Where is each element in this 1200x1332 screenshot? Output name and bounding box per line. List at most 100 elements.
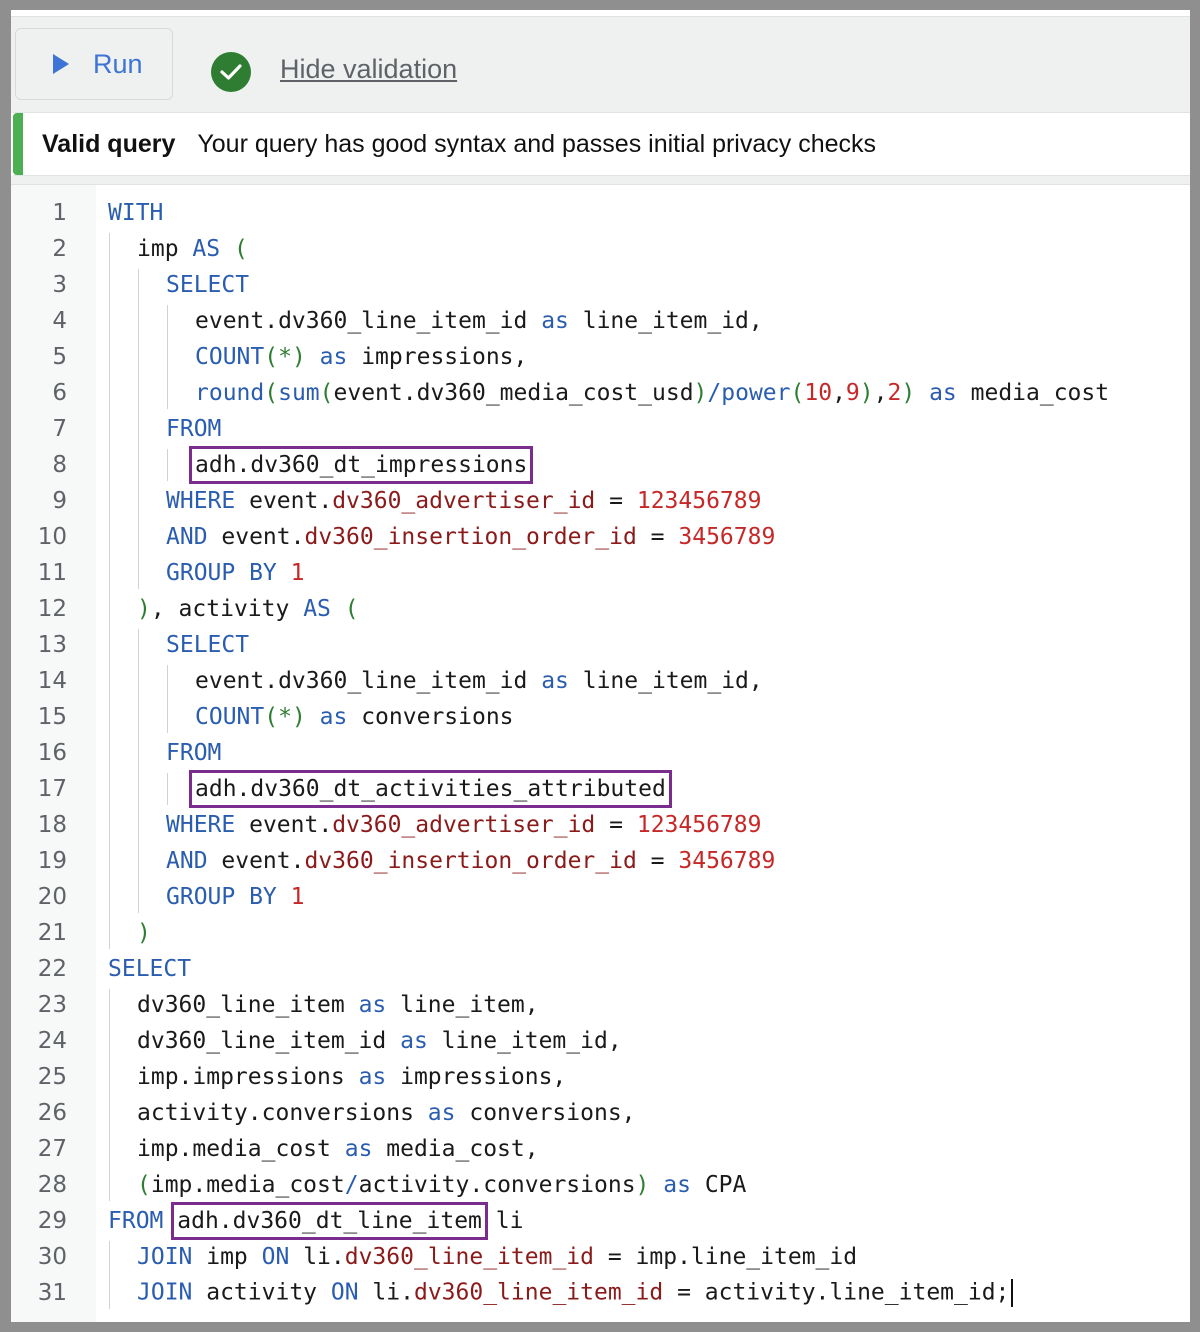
run-button[interactable]: Run [15,28,173,100]
code-token: conversions [347,704,514,730]
sql-keyword: JOIN [137,1279,193,1306]
check-circle-icon [211,52,251,92]
code-line[interactable]: 25 imp.impressions as impressions, [11,1059,1190,1095]
code-line[interactable]: 29 FROM adh.dv360_dt_line_item li [11,1202,1190,1240]
number-literal: 3456789 [678,524,776,550]
code-line[interactable]: 4 event.dv360_line_item_id as line_item_i… [11,303,1190,339]
code-line[interactable]: 2 imp AS ( [11,231,1190,267]
code-text: SELECT [166,272,249,298]
code-line[interactable]: 15 COUNT(*) as conversions [11,699,1190,735]
sql-keyword: SELECT [166,632,250,658]
line-number: 21 [37,920,67,946]
indent-guide [167,773,168,805]
code-line[interactable]: 14 event.dv360_line_item_id as line_item_… [11,663,1190,699]
code-line[interactable]: 9 WHERE event.dv360_advertiser_id = 12345… [11,483,1190,519]
code-line[interactable]: 23 dv360_line_item as line_item, [11,987,1190,1023]
number-literal: 2 [887,380,902,406]
code-line[interactable]: 16 FROM [11,735,1190,771]
code-line[interactable]: 17 adh.dv360_dt_activities_attributed [11,770,1190,808]
sql-keyword: as [400,1028,428,1054]
punctuation: ( [264,380,279,406]
code-token: imp.media_cost [137,1136,345,1162]
highlighted-table-name: adh.dv360_dt_line_item [171,1202,488,1240]
code-line[interactable]: 28 (imp.media_cost/activity.conversions) … [11,1167,1190,1203]
code-editor[interactable]: 1 WITH 2 imp AS (3 SELECT 4 event.dv360_line_i… [11,185,1190,1322]
code-line[interactable]: 20 GROUP BY 1 [11,879,1190,915]
code-token: imp.impressions [137,1064,359,1090]
code-text: SELECT [108,956,191,982]
sql-function: /power [707,380,791,406]
code-token: line_item, [386,992,539,1018]
punctuation: ) [859,380,874,406]
code-token: = [636,524,679,550]
indent-guide [167,449,168,481]
sql-keyword: as [427,1100,456,1126]
code-text: adh.dv360_dt_impressions [188,446,534,484]
code-token: = [595,812,637,838]
punctuation: ( [233,236,248,262]
code-line[interactable]: 26 activity.conversions as conversions, [11,1095,1190,1131]
code-token: li. [358,1279,414,1306]
code-line[interactable]: 3 SELECT [11,267,1190,303]
code-text: COUNT(*) as conversions [195,704,514,730]
code-line[interactable]: 22 SELECT [11,951,1190,987]
code-token: dv360_line_item [137,992,359,1018]
indent-guide [109,989,110,1201]
number-literal: 123456789 [636,812,762,838]
code-line[interactable]: 11 GROUP BY 1 [11,555,1190,591]
code-line[interactable]: 21) [11,915,1190,951]
code-line[interactable]: 13 SELECT [11,627,1190,663]
code-line[interactable]: 12), activity AS ( [11,591,1190,627]
code-text: round(sum(event.dv360_media_cost_usd)/po… [195,380,1109,406]
code-token: media_cost, [372,1136,539,1162]
code-line[interactable]: 7 FROM [11,411,1190,447]
code-token: = [636,848,679,874]
code-line[interactable]: 24 dv360_line_item_id as line_item_id, [11,1023,1190,1059]
code-text: AND event.dv360_insertion_order_id = 345… [166,848,775,874]
line-number: 4 [52,308,67,334]
code-line[interactable]: 5 COUNT(*) as impressions, [11,339,1190,375]
code-token: conversions, [455,1100,636,1126]
hide-validation-link[interactable]: Hide validation [280,54,457,85]
line-number: 6 [52,380,67,406]
code-token: event. [207,848,305,874]
query-editor-panel: Run Hide validation Valid query Your que… [11,10,1190,1322]
line-number: 7 [52,416,67,442]
line-number: 27 [37,1136,67,1162]
code-text: imp.impressions as impressions, [137,1064,566,1090]
code-line[interactable]: 6 round(sum(event.dv360_media_cost_usd)/p… [11,375,1190,411]
code-line[interactable]: 31 JOIN activity ON li.dv360_line_item_id… [11,1275,1190,1311]
code-text: JOIN imp ON li.dv360_line_item_id = imp.… [137,1244,857,1270]
code-token: , activity [150,596,304,622]
code-line[interactable]: 30 JOIN imp ON li.dv360_line_item_id = im… [11,1239,1190,1275]
code-line[interactable]: 10 AND event.dv360_insertion_order_id = 3… [11,519,1190,555]
line-number: 26 [37,1100,67,1126]
code-line[interactable]: 27 imp.media_cost as media_cost, [11,1131,1190,1167]
punctuation: (*) [264,344,306,370]
line-number: 24 [37,1028,67,1054]
sql-keyword: as [319,704,348,730]
validation-title: Valid query [42,129,176,158]
code-token: li [481,1208,524,1234]
sql-keyword: as [358,1064,387,1090]
line-number: 30 [37,1244,67,1270]
code-line[interactable]: 8 adh.dv360_dt_impressions [11,446,1190,484]
code-line[interactable]: 18 WHERE event.dv360_advertiser_id = 1234… [11,807,1190,843]
code-text: COUNT(*) as impressions, [195,344,527,370]
code-text: FROM adh.dv360_dt_line_item li [108,1202,524,1240]
punctuation: ) [901,380,916,406]
highlighted-table-name: adh.dv360_dt_impressions [188,446,534,484]
field-name: dv360_insertion_order_id [304,848,637,874]
code-token: = activity.line_item_id; [663,1279,1010,1306]
line-number: 14 [37,668,67,694]
sql-keyword: FROM [166,416,222,442]
code-token: event.dv360_line_item_id [195,308,542,334]
sql-function: sum [278,380,320,406]
code-line[interactable]: 1 WITH [11,195,1190,231]
toolbar: Run Hide validation [11,16,1190,113]
code-line[interactable]: 19 AND event.dv360_insertion_order_id = 3… [11,843,1190,879]
sql-keyword: GROUP BY [166,560,277,586]
